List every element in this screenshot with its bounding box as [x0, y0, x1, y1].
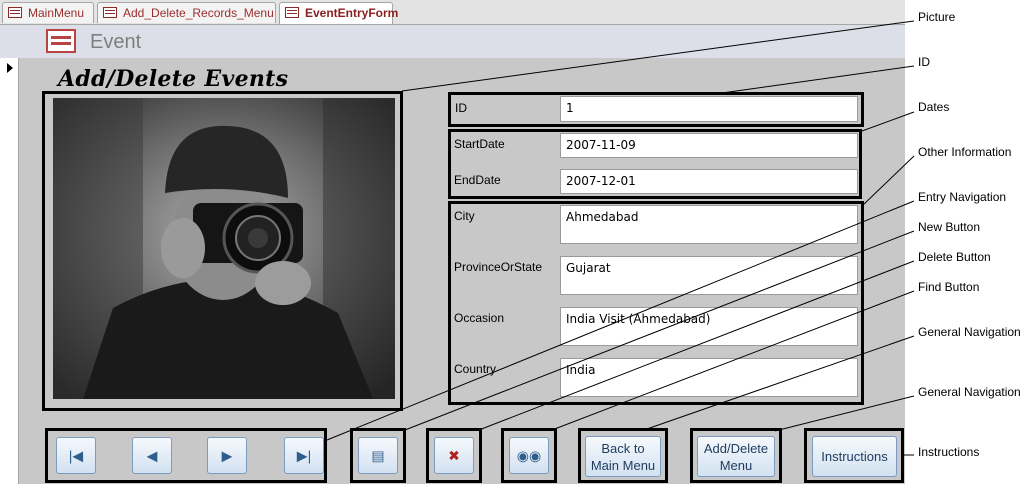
new-button-leader: [404, 230, 915, 431]
callout-find-button: Find Button: [918, 280, 980, 294]
callout-id: ID: [918, 55, 930, 69]
other-information-leader: [861, 155, 915, 207]
callout-general-navigation-1: General Navigation: [918, 325, 1021, 339]
callout-delete-button: Delete Button: [918, 250, 991, 264]
general-navigation-leader-2: [774, 395, 915, 432]
callout-general-navigation-2: General Navigation: [918, 385, 1021, 399]
callout-picture: Picture: [918, 10, 956, 24]
callout-leaders: [326, 20, 915, 456]
delete-button-leader: [478, 260, 915, 431]
dates-leader: [861, 111, 915, 132]
callout-new-button: New Button: [918, 220, 981, 234]
id-leader: [721, 65, 915, 94]
callout-instructions: Instructions: [918, 445, 980, 459]
callout-dates: Dates: [918, 100, 950, 114]
picture-leader: [401, 20, 915, 92]
find-button-leader: [551, 290, 915, 431]
callout-entry-navigation: Entry Navigation: [918, 190, 1007, 204]
callout-other-information: Other Information: [918, 145, 1012, 159]
